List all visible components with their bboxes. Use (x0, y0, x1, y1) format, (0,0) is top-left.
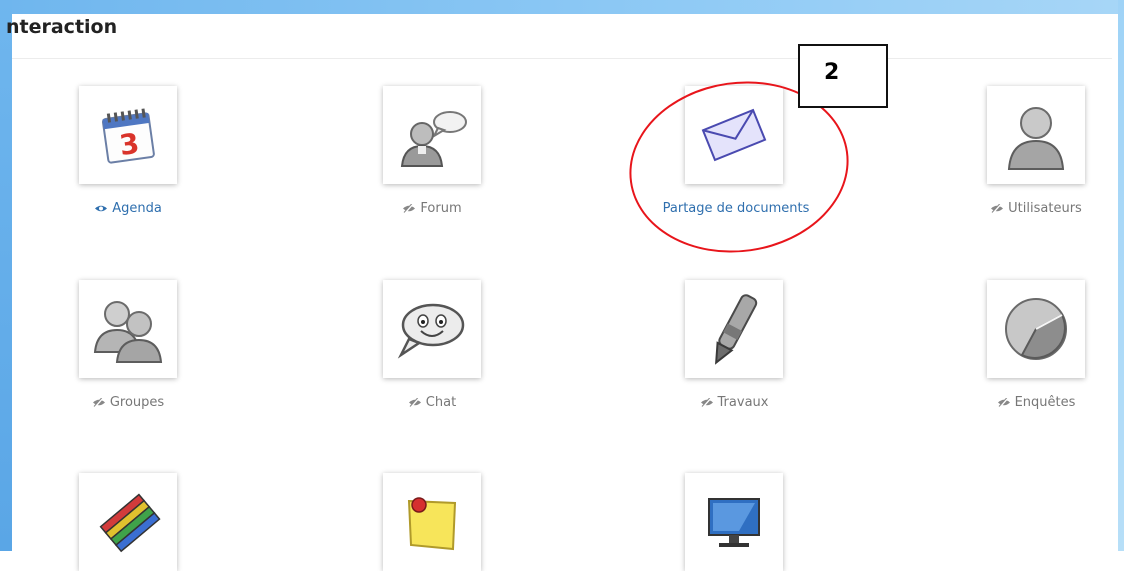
window-top-strip (0, 0, 1124, 14)
tool-assignments[interactable]: Travaux (664, 280, 804, 410)
eye-slash-icon (997, 398, 1010, 407)
tool-tile[interactable] (79, 280, 177, 378)
tool-assignments-label[interactable]: Travaux (664, 395, 804, 410)
tool-tile[interactable] (383, 280, 481, 378)
section-title: nteraction (6, 16, 118, 38)
step-number: 2 (824, 60, 840, 85)
tool-tile[interactable] (685, 473, 783, 571)
window-left-strip (0, 0, 12, 551)
tool-tile[interactable]: 3 (79, 86, 177, 184)
tool-surveys[interactable]: Enquêtes (966, 280, 1106, 410)
step-callout: 2 (798, 44, 888, 108)
tool-label-text: Forum (420, 201, 462, 216)
tool-tile[interactable] (685, 280, 783, 378)
tool-groups[interactable]: Groupes (58, 280, 198, 410)
tool-label-text: Agenda (112, 201, 162, 216)
eye-icon (95, 205, 108, 212)
tool-pencils[interactable] (58, 473, 198, 571)
pencils-icon (99, 493, 161, 553)
eye-slash-icon (92, 398, 105, 407)
tool-users[interactable]: Utilisateurs (966, 86, 1106, 216)
sticky-note-icon (407, 497, 457, 551)
tool-tile[interactable] (79, 473, 177, 571)
tool-forum-label[interactable]: Forum (362, 201, 502, 216)
user-icon (1007, 107, 1065, 170)
pie-chart-icon (1005, 298, 1067, 360)
tool-label-text: Groupes (109, 395, 165, 410)
monitor-icon (708, 498, 760, 547)
tool-notes[interactable] (362, 473, 502, 571)
tool-groups-label[interactable]: Groupes (58, 395, 198, 410)
tool-tile[interactable] (987, 280, 1085, 378)
tool-label-text: Enquêtes (1014, 395, 1076, 410)
eye-slash-icon (991, 204, 1004, 213)
tool-chat-label[interactable]: Chat (362, 395, 502, 410)
tool-forum[interactable]: Forum (362, 86, 502, 216)
tool-surveys-label[interactable]: Enquêtes (966, 395, 1106, 410)
tool-tile[interactable] (383, 86, 481, 184)
tool-tile[interactable] (987, 86, 1085, 184)
window-right-strip (1118, 0, 1124, 551)
pen-icon (715, 294, 758, 365)
eye-slash-icon (408, 398, 421, 407)
eye-slash-icon (700, 398, 713, 407)
tool-tile[interactable] (383, 473, 481, 571)
tool-screen[interactable] (664, 473, 804, 571)
tool-agenda[interactable]: 3 Agenda (58, 86, 198, 216)
tool-label-text: Chat (425, 395, 457, 410)
calendar-icon: 3 (101, 108, 155, 164)
tool-chat[interactable]: Chat (362, 280, 502, 410)
tool-users-label[interactable]: Utilisateurs (966, 201, 1106, 216)
tool-label-text: Utilisateurs (1008, 201, 1082, 216)
chat-icon (397, 303, 465, 359)
section-divider (12, 58, 1112, 59)
forum-icon (400, 111, 467, 167)
eye-slash-icon (403, 204, 416, 213)
group-icon (93, 301, 163, 363)
tool-label-text: Travaux (717, 395, 769, 410)
tool-agenda-label[interactable]: Agenda (58, 201, 198, 216)
